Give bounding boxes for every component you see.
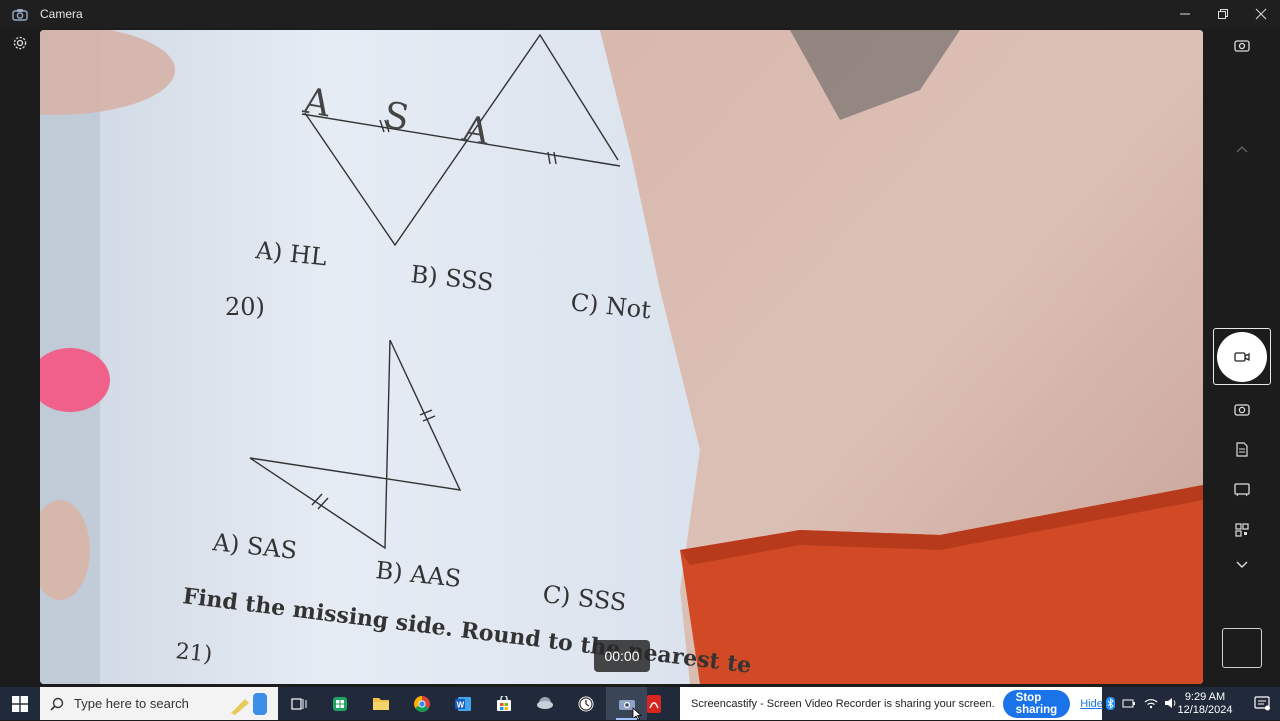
switch-camera-button[interactable] <box>1226 32 1258 60</box>
clock-time: 9:29 AM <box>1184 690 1226 703</box>
task-view-icon <box>290 697 306 710</box>
photo-mode-icon <box>1234 404 1250 416</box>
shutter-frame <box>1213 328 1271 385</box>
photo-mode-button[interactable] <box>1226 395 1258 423</box>
settings-button[interactable] <box>8 33 32 53</box>
sheets-app-button[interactable] <box>319 687 360 720</box>
search-icon <box>50 697 64 711</box>
document-mode-icon <box>1236 441 1248 457</box>
clock-app-icon <box>578 696 593 711</box>
clock-app-button[interactable] <box>565 687 606 720</box>
recording-timer: 00:00 <box>594 640 650 672</box>
whiteboard-mode-icon <box>1234 483 1250 497</box>
weather-app-icon <box>536 696 553 709</box>
windows-logo-icon <box>12 695 28 712</box>
record-video-button[interactable] <box>1217 331 1267 382</box>
collapse-up-button[interactable] <box>1226 135 1258 163</box>
barcode-mode-icon <box>1235 523 1249 537</box>
document-mode-button[interactable] <box>1226 435 1258 463</box>
widgets-icon <box>230 692 267 715</box>
share-notice-text: Screencastify - Screen Video Recorder is… <box>691 697 995 710</box>
acrobat-icon <box>647 694 661 713</box>
collapse-up-icon <box>1236 146 1248 153</box>
sheets-icon <box>332 696 347 711</box>
hide-share-link[interactable]: Hide <box>1080 698 1103 710</box>
task-view-button[interactable] <box>278 687 319 720</box>
last-capture-thumbnail[interactable] <box>1222 628 1262 668</box>
store-button[interactable] <box>483 687 524 720</box>
minimize-icon <box>1180 13 1190 15</box>
store-icon <box>496 695 511 711</box>
camera-app-icon <box>0 0 40 28</box>
expand-down-button[interactable] <box>1226 551 1258 579</box>
file-explorer-icon <box>372 698 389 710</box>
clock-date: 12/18/2024 <box>1177 703 1233 716</box>
file-explorer-button[interactable] <box>360 687 401 720</box>
minimize-button[interactable] <box>1166 0 1204 28</box>
mouse-cursor-icon <box>632 707 642 721</box>
barcode-mode-button[interactable] <box>1226 516 1258 544</box>
volume-icon <box>1165 698 1176 708</box>
battery-icon <box>1122 699 1135 708</box>
camera-preview: A S A A) HL B) SSS C) Not 20) A) SAS B) … <box>40 30 1203 684</box>
maximize-icon <box>1218 9 1228 19</box>
maximize-button[interactable] <box>1204 0 1242 28</box>
word-button[interactable]: W <box>442 687 483 720</box>
system-tray: 9:29 AM 12/18/2024 <box>1102 687 1280 720</box>
video-mode-icon <box>1234 351 1250 362</box>
problem-21-label: 21) <box>174 639 213 668</box>
system-clock[interactable]: 9:29 AM 12/18/2024 <box>1176 691 1234 717</box>
word-icon: W <box>454 696 471 711</box>
gear-icon <box>13 36 27 50</box>
taskbar-search[interactable]: Type here to search <box>40 687 278 720</box>
switch-camera-icon <box>1234 40 1250 52</box>
close-icon <box>1255 8 1267 20</box>
weather-app-button[interactable] <box>524 687 565 720</box>
start-button[interactable] <box>0 687 40 720</box>
bluetooth-icon <box>1106 697 1115 710</box>
screen-share-notification: Screencastify - Screen Video Recorder is… <box>680 687 1103 720</box>
camera-app-button[interactable] <box>606 687 647 721</box>
acrobat-button[interactable] <box>647 687 667 720</box>
title-bar: Camera <box>0 0 1280 28</box>
stop-sharing-button[interactable]: Stop sharing <box>1002 689 1071 718</box>
close-button[interactable] <box>1242 0 1280 28</box>
whiteboard-mode-button[interactable] <box>1226 476 1258 504</box>
notifications-icon <box>1254 696 1270 711</box>
expand-down-icon <box>1236 561 1248 568</box>
search-placeholder: Type here to search <box>74 696 189 711</box>
wifi-icon <box>1144 699 1158 709</box>
problem-20-label: 20) <box>225 293 265 321</box>
window-title: Camera <box>40 7 83 21</box>
chrome-button[interactable] <box>401 687 442 720</box>
chrome-icon <box>413 695 430 712</box>
svg-text:W: W <box>456 700 464 709</box>
